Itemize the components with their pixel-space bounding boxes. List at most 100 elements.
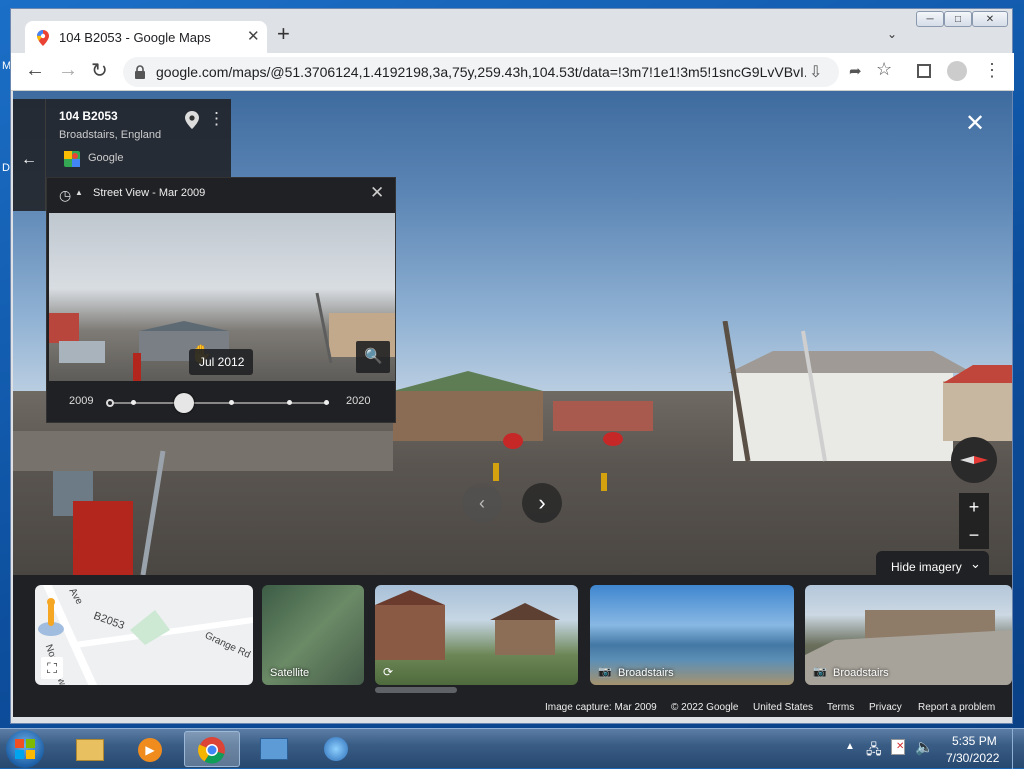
browser-toolbar: ← → ↻ google.com/maps/@51.3706124,1.4192… — [11, 53, 1014, 91]
thumbnail-label: Satellite — [270, 667, 310, 679]
timeline-slider-thumb[interactable] — [173, 393, 194, 413]
thumbnail-label: Broadstairs — [618, 667, 674, 679]
zoom-in-magnifier-icon: 🔍 — [364, 348, 383, 365]
timeline-stop[interactable] — [287, 400, 292, 405]
fullscreen-map-icon[interactable]: ⛶ — [41, 657, 63, 679]
close-time-machine-icon[interactable]: ✕ — [370, 183, 384, 203]
pegman-icon — [38, 598, 64, 636]
tab-title: 104 B2053 - Google Maps — [59, 30, 211, 45]
close-window-button[interactable]: ✕ — [972, 11, 1008, 27]
photo-thumbnail-houses[interactable]: ⟳ — [375, 585, 578, 685]
report-problem-link[interactable]: Report a problem — [918, 702, 995, 713]
compass-needle-icon — [960, 456, 988, 464]
google-maps-app-icon — [64, 151, 80, 167]
history-clock-icon[interactable]: ◷ — [59, 187, 71, 204]
browser-tab[interactable]: 104 B2053 - Google Maps ✕ — [25, 21, 267, 55]
forward-button[interactable]: → — [58, 59, 78, 82]
historical-preview-image[interactable]: ✋ Jul 2012 🔍 — [49, 213, 395, 381]
timeline-stop-2020[interactable] — [324, 400, 329, 405]
timeline-stop[interactable] — [131, 400, 136, 405]
time-machine-panel: ◷ ▲ Street View - Mar 2009 ✕ ✋ Jul 2012 — [46, 177, 396, 423]
place-subtitle: Broadstairs, England — [59, 129, 162, 141]
place-menu-icon[interactable]: ⋮ — [208, 109, 225, 129]
timeline-start-year: 2009 — [69, 395, 94, 407]
street-view-360-icon: ⟳ — [383, 665, 394, 679]
minimap-roads — [42, 585, 253, 685]
new-tab-button[interactable]: + — [277, 23, 290, 45]
photo-thumbnail-broadstairs-cliff[interactable]: 📷 Broadstairs — [805, 585, 1012, 685]
thumbnail-label: Broadstairs — [833, 667, 889, 679]
previous-image-button[interactable]: ‹ — [462, 483, 502, 523]
taskbar-chrome[interactable] — [184, 731, 240, 767]
start-button[interactable] — [6, 730, 44, 768]
photo-thumbnail-broadstairs-beach[interactable]: 📷 Broadstairs — [590, 585, 794, 685]
action-center-flag-icon[interactable]: ✕ — [891, 739, 905, 755]
zoom-in-button[interactable]: + — [959, 493, 989, 521]
country-link[interactable]: United States — [753, 702, 813, 713]
date-tooltip: Jul 2012 — [189, 349, 253, 375]
play-icon: ▶ — [138, 738, 162, 762]
street-view-viewport[interactable]: ← 104 B2053 Broadstairs, England Google … — [13, 91, 1012, 717]
close-tab-icon[interactable]: ✕ — [247, 27, 260, 45]
share-icon[interactable]: ➦ — [849, 62, 862, 80]
globe-icon — [324, 737, 348, 761]
folder-icon — [76, 739, 104, 761]
close-street-view-icon[interactable]: ✕ — [965, 109, 985, 138]
taskbar-explorer[interactable] — [62, 731, 118, 767]
browser-window: ─ □ ✕ 104 B2053 - Google Maps ✕ + ⌄ ← → … — [10, 8, 1014, 724]
install-icon[interactable]: ⇩ — [809, 62, 822, 82]
camera-icon: 📷 — [598, 666, 612, 678]
clock-date[interactable]: 7/30/2022 — [946, 751, 999, 765]
camera-icon: 📷 — [813, 666, 827, 678]
next-image-button[interactable]: › — [522, 483, 562, 523]
zoom-out-button[interactable]: − — [959, 521, 989, 549]
zoom-preview-button[interactable]: 🔍 — [356, 341, 390, 373]
show-desktop-button[interactable] — [1012, 729, 1024, 769]
side-panel-icon[interactable] — [917, 64, 931, 78]
timeline-stop[interactable] — [229, 400, 234, 405]
google-maps-favicon-icon — [37, 30, 49, 46]
terms-link[interactable]: Terms — [827, 702, 854, 713]
minus-icon: − — [968, 524, 980, 545]
timeline-track[interactable] — [106, 393, 329, 413]
tray-expand-icon[interactable]: ▲ — [845, 741, 855, 752]
satellite-thumbnail[interactable]: Satellite — [262, 585, 364, 685]
taskbar-network-app[interactable] — [308, 731, 364, 767]
timeline-stop-2009[interactable] — [106, 399, 114, 407]
error-x-icon: ✕ — [896, 741, 905, 752]
imagery-strip: Ave B2053 Grange Rd Northdown Rd ⛶ Satel… — [13, 575, 1012, 717]
profile-avatar[interactable] — [947, 61, 967, 81]
volume-icon[interactable]: 🔈 — [915, 738, 934, 756]
copyright-text: © 2022 Google — [671, 702, 739, 713]
windows-logo-icon — [15, 739, 35, 759]
minimize-button[interactable]: ─ — [916, 11, 944, 27]
maximize-button[interactable]: □ — [944, 11, 972, 27]
location-pin-icon[interactable] — [185, 111, 199, 129]
chevron-right-icon: › — [538, 490, 546, 515]
exit-street-view-arrow-icon[interactable]: ← — [21, 151, 37, 169]
taskbar: ▶ ▲ 🖧 ✕ 🔈 5:35 PM 7/30/2022 — [0, 728, 1024, 769]
clock-time[interactable]: 5:35 PM — [952, 734, 997, 748]
reload-button[interactable]: ↻ — [91, 58, 108, 83]
network-tray-icon[interactable]: 🖧 — [866, 739, 882, 763]
date-tooltip-text: Jul 2012 — [199, 355, 245, 369]
image-source-label: Google — [88, 152, 124, 164]
address-bar[interactable]: google.com/maps/@51.3706124,1.4192198,3a… — [123, 57, 839, 87]
minimap-thumbnail[interactable]: Ave B2053 Grange Rd Northdown Rd ⛶ — [35, 585, 253, 685]
desktop-icon-fragment: D — [2, 162, 10, 174]
strip-scrollbar[interactable] — [375, 687, 457, 693]
chevron-left-icon: ‹ — [479, 492, 485, 513]
time-machine-header: Street View - Mar 2009 — [93, 187, 206, 199]
chrome-icon — [198, 737, 225, 764]
menu-kebab-icon[interactable]: ⋮ — [983, 60, 1001, 81]
plus-icon: + — [968, 496, 980, 517]
timeline-end-year: 2020 — [346, 395, 371, 407]
compass-button[interactable] — [951, 437, 997, 483]
taskbar-control-panel[interactable] — [246, 731, 302, 767]
bookmark-star-icon[interactable]: ☆ — [876, 59, 892, 80]
back-button[interactable]: ← — [25, 59, 45, 82]
tab-search-icon[interactable]: ⌄ — [887, 27, 897, 41]
collapse-caret-icon[interactable]: ▲ — [75, 188, 83, 197]
privacy-link[interactable]: Privacy — [869, 702, 902, 713]
taskbar-media-player[interactable]: ▶ — [122, 731, 178, 767]
